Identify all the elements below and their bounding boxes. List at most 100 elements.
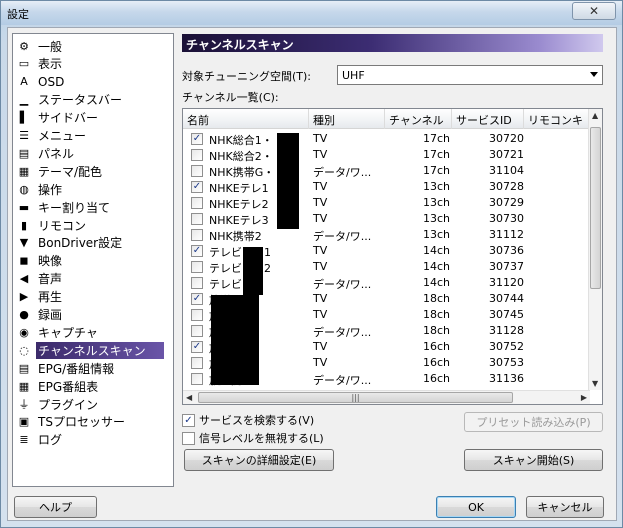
sidebar-item-label: テーマ/配色 xyxy=(38,164,103,179)
cell-type: データ/ワ... xyxy=(313,374,372,387)
horizontal-scroll-thumb[interactable]: ||| xyxy=(198,392,513,403)
sidebar-item[interactable]: ◼ 映像 xyxy=(16,252,170,270)
start-scan-button[interactable]: スキャン開始(S) xyxy=(464,449,603,471)
sidebar-item[interactable]: ▌ サイドバー xyxy=(16,109,170,127)
cell-name: テレビ xyxy=(209,278,242,291)
cell-name: NHK携帯2 xyxy=(209,230,262,243)
settings-category-list[interactable]: ⚙ 一般 ▭ 表示 A OSD ▁ ステータスバー ▌ サイドバー ☰ メニュー ▤ パネル ▦ テーマ/配色… xyxy=(12,33,174,487)
sidebar-item[interactable]: ▦ テーマ/配色 xyxy=(16,162,170,180)
sidebar-item[interactable]: ▮ リモコン xyxy=(16,216,170,234)
column-header-type[interactable]: 種別 xyxy=(313,112,335,128)
panel-icon: ▤ xyxy=(18,146,30,160)
scan-details-button[interactable]: スキャンの詳細設定(E) xyxy=(184,449,334,471)
table-row[interactable]: ✓ NHK総合1・ TV 17ch 30720 xyxy=(183,131,590,147)
table-row[interactable]: NHK携帯G・ データ/ワ... 17ch 31104 xyxy=(183,163,590,179)
cell-channel: 18ch xyxy=(423,308,451,321)
table-row[interactable]: ✓ NHKEテレ1 TV 13ch 30728 xyxy=(183,179,590,195)
sidebar-item[interactable]: ◍ 操作 xyxy=(16,180,170,198)
checkbox-box[interactable]: ✓ xyxy=(182,413,195,427)
horizontal-scrollbar[interactable]: ◀ ||| ▶ xyxy=(183,390,590,404)
tuning-space-value: UHF xyxy=(342,69,365,82)
column-header-channel[interactable]: チャンネル xyxy=(389,112,444,128)
search-services-checkbox[interactable]: ✓ サービスを検索する(V) xyxy=(182,412,314,428)
sidebar-item[interactable]: ◀ 音声 xyxy=(16,270,170,288)
row-checkbox[interactable] xyxy=(191,373,203,385)
speaker-icon: ◀ xyxy=(19,272,29,286)
table-row[interactable]: NHKEテレ3 TV 13ch 30730 xyxy=(183,211,590,227)
sidebar-item[interactable]: ▶ 再生 xyxy=(16,288,170,306)
menu-icon: ☰ xyxy=(19,129,29,142)
row-checkbox[interactable] xyxy=(191,309,203,321)
ok-button[interactable]: OK xyxy=(436,496,516,518)
scroll-right-icon[interactable]: ▶ xyxy=(581,393,587,402)
sidebar-item[interactable]: ▤ パネル xyxy=(16,144,170,162)
row-checkbox[interactable] xyxy=(191,357,203,369)
cell-type: データ/ワ... xyxy=(313,326,372,339)
checkbox-box[interactable] xyxy=(182,431,195,445)
scroll-up-icon[interactable]: ▲ xyxy=(592,111,598,120)
remote-icon: ▮ xyxy=(20,218,28,232)
row-checkbox[interactable] xyxy=(191,277,203,289)
sidebar-item[interactable]: ▣ TSプロセッサー xyxy=(16,413,170,431)
vertical-scrollbar[interactable]: ▲ ▼ xyxy=(588,109,602,390)
column-header-remote-key[interactable]: リモコンキ xyxy=(528,112,583,128)
scroll-down-icon[interactable]: ▼ xyxy=(592,379,598,388)
cell-channel: 16ch xyxy=(423,372,451,385)
sidebar-item[interactable]: ▭ 表示 xyxy=(16,55,170,73)
row-checkbox[interactable]: ✓ xyxy=(191,293,203,305)
sidebar-item[interactable]: ◌ チャンネルスキャン xyxy=(16,341,170,359)
column-header-service-id[interactable]: サービスID xyxy=(456,112,512,128)
preset-load-button[interactable]: プリセット読み込み(P) xyxy=(464,412,603,432)
cancel-button[interactable]: キャンセル xyxy=(526,496,604,518)
sidebar-item[interactable]: ☰ メニュー xyxy=(16,127,170,145)
cell-channel: 16ch xyxy=(423,356,451,369)
sidebar-item[interactable]: ▦ EPG番組表 xyxy=(16,377,170,395)
row-checkbox[interactable] xyxy=(191,149,203,161)
scroll-left-icon[interactable]: ◀ xyxy=(186,393,192,402)
row-checkbox[interactable] xyxy=(191,197,203,209)
redaction-block xyxy=(243,247,263,295)
sidebar-item-label: EPG/番組情報 xyxy=(38,361,115,376)
chevron-down-icon[interactable] xyxy=(590,72,598,77)
sidebar-item[interactable]: ▤ EPG/番組情報 xyxy=(16,359,170,377)
column-header-name[interactable]: 名前 xyxy=(187,112,209,128)
cell-type: TV xyxy=(313,148,328,161)
sidebar-item[interactable]: A OSD xyxy=(16,73,170,91)
cell-sid: 30721 xyxy=(489,148,524,161)
cell-type: TV xyxy=(313,196,328,209)
sidebar-item[interactable]: ▁ ステータスバー xyxy=(16,91,170,109)
cell-type: TV xyxy=(313,180,328,193)
cell-channel: 13ch xyxy=(423,212,451,225)
sidebar-item[interactable]: ▼ BonDriver設定 xyxy=(16,234,170,252)
cell-sid: 30753 xyxy=(489,356,524,369)
row-checkbox[interactable] xyxy=(191,229,203,241)
table-row[interactable]: NHK携帯2 データ/ワ... 13ch 31112 xyxy=(183,227,590,243)
mouse-icon: ◍ xyxy=(19,182,29,196)
row-checkbox[interactable] xyxy=(191,165,203,177)
sidebar-item[interactable]: ⏚ プラグイン xyxy=(16,395,170,413)
sidebar-item[interactable]: ● 録画 xyxy=(16,306,170,324)
channel-list[interactable]: 名前 種別 チャンネル サービスID リモコンキ ✓ NHK総合1・ TV 17ch 3… xyxy=(182,108,603,405)
ignore-signal-checkbox[interactable]: 信号レベルを無視する(L) xyxy=(182,430,324,446)
cell-sid: 31112 xyxy=(489,228,524,241)
vertical-scroll-thumb[interactable] xyxy=(590,127,601,289)
row-checkbox[interactable]: ✓ xyxy=(191,133,203,145)
row-checkbox[interactable] xyxy=(191,213,203,225)
sidebar-item[interactable]: ▬ キー割り当て xyxy=(16,198,170,216)
sidebar-item[interactable]: ◉ キャプチャ xyxy=(16,323,170,341)
table-row[interactable]: NHK総合2・ TV 17ch 30721 xyxy=(183,147,590,163)
row-checkbox[interactable] xyxy=(191,261,203,273)
sidebar-item[interactable]: ⚙ 一般 xyxy=(16,37,170,55)
sidebar-item-label: ステータスバー xyxy=(38,93,123,108)
row-checkbox[interactable]: ✓ xyxy=(191,341,203,353)
sidebar-item-label: 表示 xyxy=(38,57,63,72)
table-row[interactable]: NHKEテレ2 TV 13ch 30729 xyxy=(183,195,590,211)
help-button[interactable]: ヘルプ xyxy=(14,496,97,518)
close-button[interactable]: ✕ xyxy=(572,2,616,20)
tuning-space-select[interactable]: UHF xyxy=(337,65,603,85)
sidebar-item-label: サイドバー xyxy=(38,111,99,126)
sidebar-item[interactable]: ≣ ログ xyxy=(16,431,170,449)
row-checkbox[interactable] xyxy=(191,325,203,337)
row-checkbox[interactable]: ✓ xyxy=(191,181,203,193)
row-checkbox[interactable]: ✓ xyxy=(191,245,203,257)
